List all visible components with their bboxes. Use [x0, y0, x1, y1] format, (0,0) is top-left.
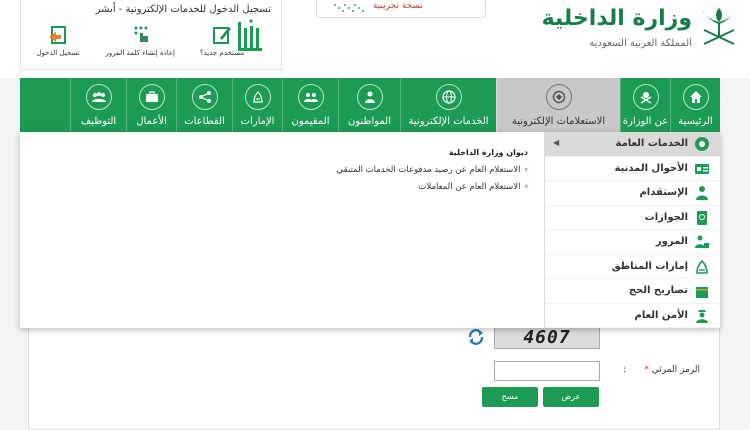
general-services-icon [695, 137, 709, 151]
nav-label: الاستعلامات الإلكترونية [511, 116, 606, 127]
inquiries-dropdown: ديوان وزارة الداخلية ‹الاستعلام العام عن… [20, 132, 720, 328]
new-user-icon [213, 27, 231, 44]
side-item-label: الأحوال المدنية [614, 162, 688, 174]
visual-code-label: الرمز المرئي * [644, 365, 700, 375]
side-item-recruitment[interactable]: الإستقدام [545, 181, 720, 206]
nav-label: الأعمال [136, 116, 167, 127]
panel-link-label: الاستعلام العام عن رصيد مدفوعات الخدمات … [336, 165, 521, 175]
emirates-icon [244, 84, 271, 110]
home-icon [682, 84, 709, 110]
panel-link-balance[interactable]: ‹الاستعلام العام عن رصيد مدفوعات الخدمات… [337, 165, 528, 175]
public-security-icon [696, 309, 708, 323]
login-icon [49, 26, 66, 44]
nav-label: المقيمون [291, 116, 330, 127]
briefcase-icon [138, 84, 165, 110]
nav-citizens[interactable]: المواطنون [338, 78, 400, 132]
trial-pattern-icon [334, 4, 364, 12]
ministry-logo[interactable]: وزارة الداخلية المملكة العربية السعودية [530, 4, 740, 66]
nav-sectors[interactable]: القطاعات [176, 78, 232, 132]
regions-icon [696, 259, 708, 274]
side-item-regions[interactable]: إمارات المناطق [545, 255, 720, 279]
side-item-label: الجوازات [644, 211, 688, 223]
refresh-captcha-icon[interactable] [466, 327, 486, 347]
side-item-traffic[interactable]: المرور [545, 230, 720, 255]
login-label: تسجيل الدخول [36, 49, 80, 57]
side-item-label: الخدمات العامة [615, 138, 688, 149]
nav-label: عن الوزارة [622, 116, 669, 127]
side-item-passports[interactable]: الجوازات [545, 206, 720, 230]
nav-label: المواطنون [347, 116, 392, 127]
main-nav: الرئيسية عن الوزارة الاستعلامات الإلكترو… [20, 78, 720, 132]
required-marker: * [644, 365, 649, 375]
nav-business[interactable]: الأعمال [126, 78, 176, 132]
residents-icon [297, 84, 324, 110]
captcha-image: 4607 [494, 325, 600, 349]
new-user-link[interactable]: مستخدم جديد؟ [189, 24, 255, 57]
side-item-general-services[interactable]: الخدمات العامة ◀ [545, 132, 720, 157]
nav-employment[interactable]: التوظيف [70, 78, 126, 132]
employment-icon [85, 84, 112, 110]
sectors-icon [191, 84, 218, 110]
chevron-left-icon: ‹ [524, 182, 528, 192]
passport-icon [697, 210, 707, 225]
side-item-label: تصاريح الحج [628, 285, 688, 296]
dropdown-sidebar: الخدمات العامة ◀ الأحوال المدنية الإستقد… [544, 132, 720, 328]
nav-emirates[interactable]: الإمارات [232, 78, 282, 132]
citizen-icon [356, 84, 383, 110]
reset-password-label: إعادة إنشاء كلمة المرور [105, 49, 175, 57]
traffic-icon [695, 235, 709, 248]
nav-label: التوظيف [80, 116, 117, 127]
civil-affairs-icon [695, 163, 709, 174]
nav-label: القطاعات [184, 116, 225, 127]
absher-login-box: تسجيل الدخول للخدمات الإلكترونية - أبشر … [20, 0, 282, 70]
reset-password-link[interactable]: إعادة إنشاء كلمة المرور [105, 24, 175, 57]
inquiry-icon [545, 84, 572, 110]
side-item-civil-affairs[interactable]: الأحوال المدنية [545, 157, 720, 181]
globe-icon [435, 84, 462, 110]
nav-about-ministry[interactable]: عن الوزارة [620, 78, 670, 132]
nav-residents[interactable]: المقيمون [282, 78, 338, 132]
reset-password-icon [134, 26, 148, 42]
visual-code-input[interactable] [494, 361, 600, 381]
ministry-subtitle: المملكة العربية السعودية [589, 38, 692, 49]
ministry-emblem-icon [632, 84, 659, 110]
page-header: تسجيل الدخول للخدمات الإلكترونية - أبشر … [0, 0, 750, 78]
trial-version-badge: نسخة تجريبية [316, 0, 486, 18]
side-item-public-security[interactable]: الأمن العام [545, 304, 720, 328]
trial-version-label: نسخة تجريبية [372, 1, 423, 11]
nav-home[interactable]: الرئيسية [670, 78, 720, 132]
panel-title: ديوان وزارة الداخلية [448, 148, 528, 157]
side-item-hajj[interactable]: تصاريح الحج [545, 279, 720, 304]
chevron-left-icon: ‹ [524, 165, 528, 175]
new-user-label: مستخدم جديد؟ [199, 49, 245, 57]
nav-e-services[interactable]: الخدمات الإلكترونية [400, 78, 496, 132]
label-colon: : [623, 365, 627, 375]
inquiry-form-area [28, 316, 720, 430]
nav-e-inquiries[interactable]: الاستعلامات الإلكترونية [496, 78, 620, 132]
login-link[interactable]: تسجيل الدخول [25, 24, 91, 57]
arrow-left-icon: ◀ [553, 138, 560, 147]
nav-label: الخدمات الإلكترونية [408, 116, 489, 127]
side-item-label: الأمن العام [634, 309, 688, 321]
recruitment-icon [696, 186, 708, 200]
hajj-icon [696, 287, 708, 298]
nav-label: الإمارات [240, 116, 275, 127]
ministry-emblem-icon [702, 8, 736, 45]
clear-button[interactable]: مسح [482, 387, 538, 407]
side-item-label: الإستقدام [639, 187, 688, 198]
show-button[interactable]: عرض [543, 387, 599, 407]
side-item-label: إمارات المناطق [611, 260, 688, 272]
dropdown-panel: ديوان وزارة الداخلية ‹الاستعلام العام عن… [20, 132, 544, 328]
absher-title: تسجيل الدخول للخدمات الإلكترونية - أبشر [95, 4, 271, 15]
ministry-name: وزارة الداخلية [541, 6, 692, 31]
panel-link-label: الاستعلام العام عن المعاملات [418, 182, 521, 192]
panel-link-transactions[interactable]: ‹الاستعلام العام عن المعاملات [418, 182, 528, 192]
side-item-label: المرور [655, 236, 688, 247]
visual-code-text: الرمز المرئي [651, 365, 700, 375]
nav-label: الرئيسية [678, 116, 713, 127]
